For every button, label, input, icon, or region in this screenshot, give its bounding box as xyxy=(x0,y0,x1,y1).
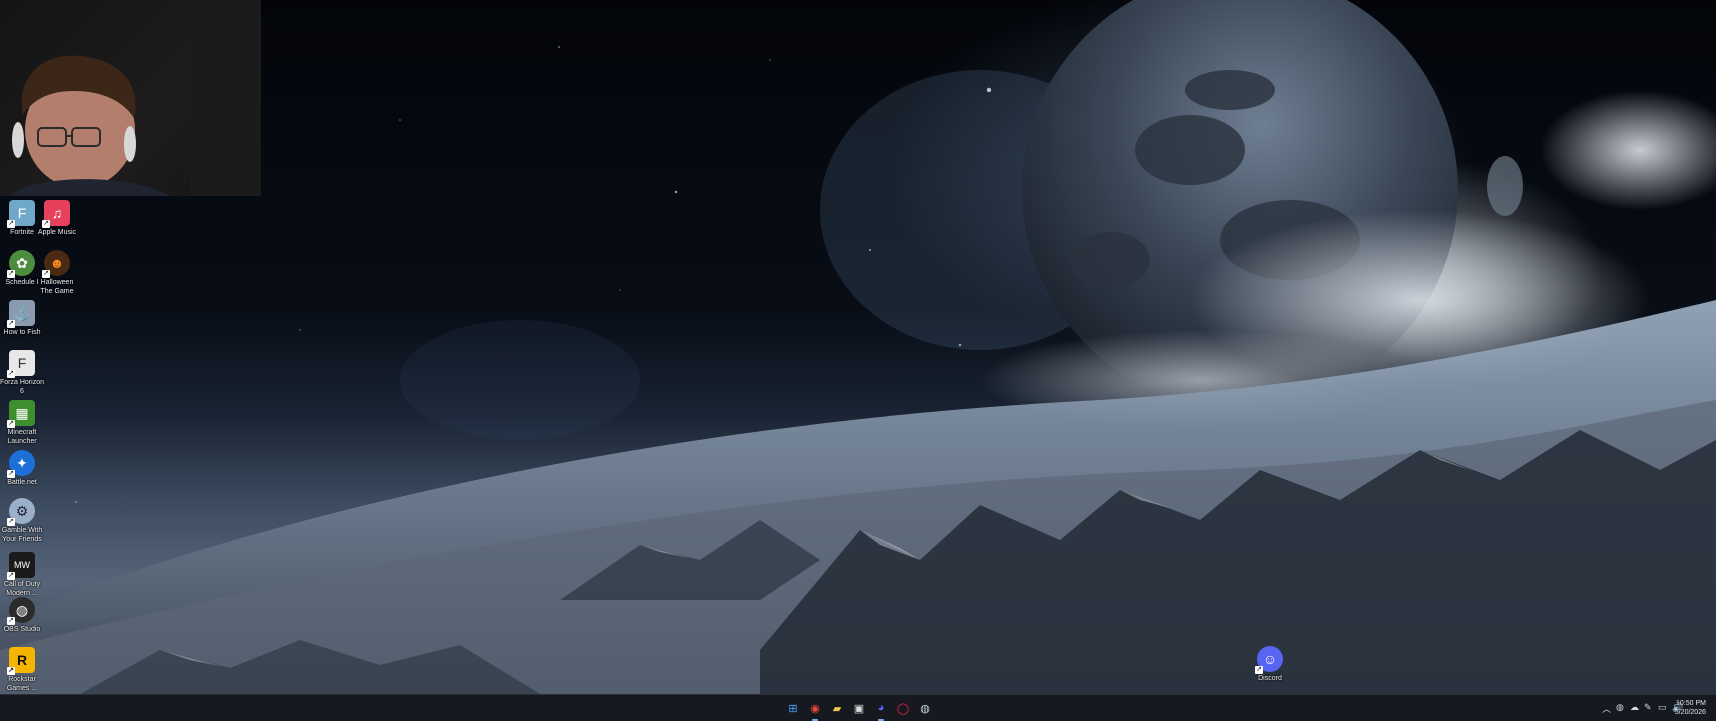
apple-music-icon: ♫ ↗ xyxy=(42,200,70,228)
discord-icon: ◕ xyxy=(877,702,885,714)
taskbar-store[interactable]: ▣ xyxy=(850,699,868,717)
desktop-icon-gamble[interactable]: ⚙ ↗ Gamble With Your Friends xyxy=(0,498,44,544)
clock-time: 10:50 PM xyxy=(1676,700,1706,707)
desktop-icon-label: Battle.net xyxy=(7,479,37,486)
desktop-wallpaper: F ↗ Fortnite ♫ ↗ Apple Music ✿ ↗ Schedule I… xyxy=(0,0,1716,694)
desktop-icon-label: Discord xyxy=(1258,675,1282,682)
taskbar-file-explorer[interactable]: ▰ xyxy=(828,699,846,717)
gamble-icon: ⚙ ↗ xyxy=(7,498,35,526)
desktop-icon-label: How to Fish xyxy=(3,329,41,336)
schedule-i-icon: ✿ ↗ xyxy=(7,250,35,278)
taskbar: ⊞ ◉ ▰ ▣ ◕ ◯ ◍ ︿ ◍ ☁ ✎ ▭ 🔊 10:50 PM 5/20/… xyxy=(0,694,1716,721)
how-to-fish-icon: ⚓ ↗ xyxy=(7,300,35,328)
taskbar-opera-gx[interactable]: ◯ xyxy=(894,699,912,717)
desktop-icon-rockstar[interactable]: R ↗ Rockstar Games ... xyxy=(0,647,44,693)
desktop-icon-label: Rockstar Games ... xyxy=(6,676,38,692)
tray-display-icon[interactable]: ▭ xyxy=(1658,702,1667,713)
steam-icon: ◍ xyxy=(920,702,930,715)
desktop-icon-obs[interactable]: ◍ ↗ OBS Studio xyxy=(0,597,44,634)
store-icon: ▣ xyxy=(853,702,865,715)
desktop-icon-label: Call of Duty Modern ... xyxy=(3,581,41,597)
system-clock[interactable]: 10:50 PM 5/20/2026 xyxy=(1675,699,1706,717)
webcam-person-image xyxy=(10,0,261,196)
webcam-overlay xyxy=(0,0,261,196)
desktop-icon-apple-music[interactable]: ♫ ↗ Apple Music xyxy=(35,200,79,237)
desktop-icon-label: Apple Music xyxy=(37,229,77,236)
start-button[interactable]: ⊞ xyxy=(784,699,802,717)
clock-date: 5/20/2026 xyxy=(1674,709,1706,716)
desktop-icon-call-of-duty[interactable]: MW ↗ Call of Duty Modern ... xyxy=(0,552,44,598)
taskbar-chrome[interactable]: ◉ xyxy=(806,699,824,721)
tray-onedrive-icon[interactable]: ☁ xyxy=(1630,702,1639,713)
desktop-icon-battlenet[interactable]: ✦ ↗ Battle.net xyxy=(0,450,44,487)
desktop-icon-label: Gamble With Your Friends xyxy=(1,527,43,543)
battlenet-icon: ✦ ↗ xyxy=(7,450,35,478)
opera-gx-icon: ◯ xyxy=(896,702,910,715)
halloween-game-icon: ☻ ↗ xyxy=(42,250,70,278)
minecraft-icon: ▦ ↗ xyxy=(7,400,35,428)
obs-icon: ◍ ↗ xyxy=(7,597,35,625)
tray-chevron-up-icon[interactable]: ︿ xyxy=(1602,702,1611,715)
desktop-icon-minecraft[interactable]: ▦ ↗ Minecraft Launcher xyxy=(0,400,44,446)
tray-pen-icon[interactable]: ✎ xyxy=(1644,702,1652,713)
desktop-icon-how-to-fish[interactable]: ⚓ ↗ How to Fish xyxy=(0,300,44,337)
taskbar-steam[interactable]: ◍ xyxy=(916,699,934,717)
call-of-duty-icon: MW ↗ xyxy=(7,552,35,580)
rockstar-icon: R ↗ xyxy=(7,647,35,675)
forza-icon: F ↗ xyxy=(7,350,35,378)
desktop-icon-label: OBS Studio xyxy=(3,626,41,633)
tray-steam-icon[interactable]: ◍ xyxy=(1616,702,1624,713)
folder-icon: ▰ xyxy=(832,702,842,715)
fortnite-icon: F ↗ xyxy=(7,200,35,228)
desktop-icon-label: Forza Horizon 6 xyxy=(0,379,44,395)
desktop-icon-label: Minecraft Launcher xyxy=(7,429,37,445)
desktop-icon-halloween-game[interactable]: ☻ ↗ Halloween The Game xyxy=(35,250,79,296)
discord-icon: ☺ ↗ xyxy=(1255,646,1283,674)
desktop-icon-forza[interactable]: F ↗ Forza Horizon 6 xyxy=(0,350,44,396)
desktop-icon-discord[interactable]: ☺ ↗ Discord xyxy=(1248,646,1292,683)
chrome-icon: ◉ xyxy=(810,702,820,715)
desktop-icon-label: Halloween The Game xyxy=(40,279,74,295)
windows-logo-icon: ⊞ xyxy=(788,702,798,715)
taskbar-discord[interactable]: ◕ xyxy=(872,699,890,721)
